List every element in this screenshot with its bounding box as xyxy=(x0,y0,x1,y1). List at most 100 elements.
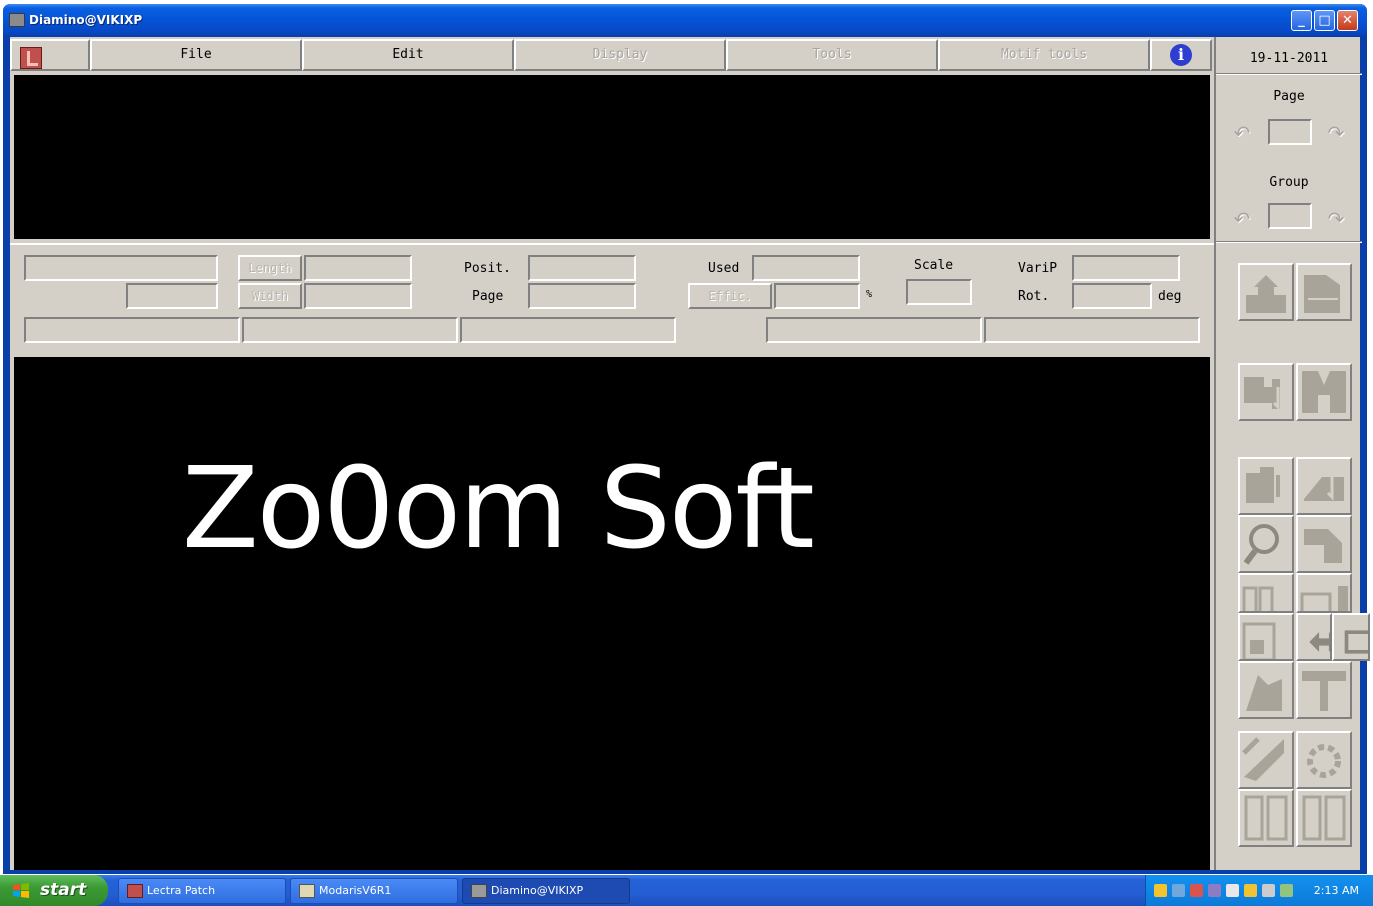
used-field[interactable] xyxy=(752,255,860,281)
menu-tools[interactable]: Tools xyxy=(726,39,938,71)
title-bar[interactable]: Diamino@VIKIXP _ □ ✕ xyxy=(3,4,1367,37)
overview-canvas[interactable] xyxy=(14,75,1210,239)
task-label: Lectra Patch xyxy=(147,884,216,897)
align-right-tool[interactable] xyxy=(1296,573,1352,613)
menu-file[interactable]: File xyxy=(90,39,302,71)
menu-motif-tools[interactable]: Motif tools xyxy=(938,39,1150,71)
fold-piece-tool[interactable] xyxy=(1238,613,1294,661)
zoom-tool[interactable] xyxy=(1238,515,1294,573)
page-prev-icon[interactable]: ↶ xyxy=(1230,121,1254,145)
diamino-icon xyxy=(471,884,487,898)
volume-icon[interactable] xyxy=(1262,884,1275,897)
window-title: Diamino@VIKIXP xyxy=(29,13,143,27)
task-label: ModarisV6R1 xyxy=(319,884,392,897)
effic-field[interactable] xyxy=(774,283,860,309)
taskbar: start Lectra Patch ModarisV6R1 Diamino@V… xyxy=(0,875,1373,906)
deg-label: deg xyxy=(1158,289,1182,304)
slide-piece-tool[interactable] xyxy=(1238,457,1294,515)
auto-nest-tool[interactable] xyxy=(1296,731,1352,789)
length-field[interactable] xyxy=(304,255,412,281)
page-nav-label: Page xyxy=(1273,89,1305,104)
width-button[interactable]: Width xyxy=(238,283,302,309)
auto-place-tool[interactable] xyxy=(1238,731,1294,789)
drop-piece-tool[interactable] xyxy=(1238,363,1294,421)
app-window-icon[interactable] xyxy=(9,13,25,27)
rotate-piece-tool[interactable] xyxy=(1238,661,1294,719)
status-field-1[interactable] xyxy=(24,317,240,343)
system-tray: 2:13 AM xyxy=(1145,875,1373,906)
network-icon[interactable] xyxy=(1172,884,1185,897)
page-next-icon[interactable]: ↷ xyxy=(1324,121,1348,145)
start-button[interactable]: start xyxy=(0,875,108,906)
scale-field[interactable] xyxy=(906,279,972,305)
task-lectra-patch[interactable]: Lectra Patch xyxy=(118,878,286,904)
clock: 2:13 AM xyxy=(1313,884,1359,897)
date-display: 19-11-2011 xyxy=(1249,51,1329,66)
status-field-3[interactable] xyxy=(460,317,676,343)
update-icon[interactable] xyxy=(1208,884,1221,897)
tray-app-icon[interactable] xyxy=(1280,884,1293,897)
split-piece-tool[interactable] xyxy=(1296,363,1352,421)
page-nav-field[interactable] xyxy=(1268,119,1312,145)
matching-tool-2[interactable] xyxy=(1296,789,1352,847)
app-logo-button[interactable] xyxy=(10,39,90,71)
posit-field[interactable] xyxy=(528,255,636,281)
menu-bar: File Edit Display Tools Motif tools i xyxy=(10,37,1212,73)
info-button[interactable]: i xyxy=(1150,39,1212,71)
info-panel: Length Width Posit. Page Used Effic. % S… xyxy=(10,243,1214,357)
close-button[interactable]: ✕ xyxy=(1337,10,1358,31)
group-nav-label: Group xyxy=(1269,175,1309,190)
security-shield-icon[interactable] xyxy=(1154,884,1167,897)
app-window: Diamino@VIKIXP _ □ ✕ File Edit Display T… xyxy=(3,4,1370,874)
status-field-2[interactable] xyxy=(242,317,458,343)
minimize-button[interactable]: _ xyxy=(1291,10,1312,31)
rot-label: Rot. xyxy=(1018,289,1050,304)
varip-label: VariP xyxy=(1018,261,1058,276)
swap-direction-tool[interactable] xyxy=(1296,613,1332,661)
start-label: start xyxy=(40,880,87,900)
windows-logo-icon xyxy=(13,883,29,898)
group-tool[interactable] xyxy=(1332,613,1370,661)
antivirus-icon[interactable] xyxy=(1190,884,1203,897)
name-field[interactable] xyxy=(24,255,218,281)
matching-tool-1[interactable] xyxy=(1238,789,1294,847)
info-icon: i xyxy=(1170,44,1192,66)
divider xyxy=(1216,73,1362,75)
page-label: Page xyxy=(472,289,504,304)
task-modaris[interactable]: ModarisV6R1 xyxy=(290,878,458,904)
length-button[interactable]: Length xyxy=(238,255,302,281)
maximize-button[interactable]: □ xyxy=(1314,10,1335,31)
code-field[interactable] xyxy=(126,283,218,309)
menu-display[interactable]: Display xyxy=(514,39,726,71)
vmware-icon[interactable] xyxy=(1226,884,1239,897)
move-piece-tool[interactable] xyxy=(1296,263,1352,321)
scale-label: Scale xyxy=(914,258,954,273)
client-area: File Edit Display Tools Motif tools i Le… xyxy=(10,37,1370,870)
right-panel: 19-11-2011 Page ↶ ↷ Group ↶ ↷ xyxy=(1214,37,1370,870)
varip-field[interactable] xyxy=(1072,255,1180,281)
status-field-4[interactable] xyxy=(766,317,982,343)
menu-edit[interactable]: Edit xyxy=(302,39,514,71)
width-field[interactable] xyxy=(304,283,412,309)
align-left-tool[interactable] xyxy=(1238,573,1294,613)
group-next-icon[interactable]: ↷ xyxy=(1324,207,1348,231)
outline-piece-tool[interactable] xyxy=(1296,515,1352,573)
watermark-text: Zo0om Soft xyxy=(182,444,815,574)
group-prev-icon[interactable]: ↶ xyxy=(1230,207,1254,231)
marker-canvas[interactable]: Zo0om Soft xyxy=(14,357,1210,870)
flip-piece-tool[interactable] xyxy=(1296,661,1352,719)
effic-button[interactable]: Effic. xyxy=(688,283,772,309)
lectra-icon xyxy=(127,884,143,898)
task-diamino[interactable]: Diamino@VIKIXP xyxy=(462,878,630,904)
hardware-icon[interactable] xyxy=(1244,884,1257,897)
used-label: Used xyxy=(708,261,740,276)
modaris-icon xyxy=(299,884,315,898)
group-nav-field[interactable] xyxy=(1268,203,1312,229)
divider xyxy=(1216,241,1362,243)
place-piece-up-tool[interactable] xyxy=(1238,263,1294,321)
bump-piece-tool[interactable] xyxy=(1296,457,1352,515)
status-field-5[interactable] xyxy=(984,317,1200,343)
posit-label: Posit. xyxy=(464,261,511,276)
page-field[interactable] xyxy=(528,283,636,309)
rot-field[interactable] xyxy=(1072,283,1152,309)
